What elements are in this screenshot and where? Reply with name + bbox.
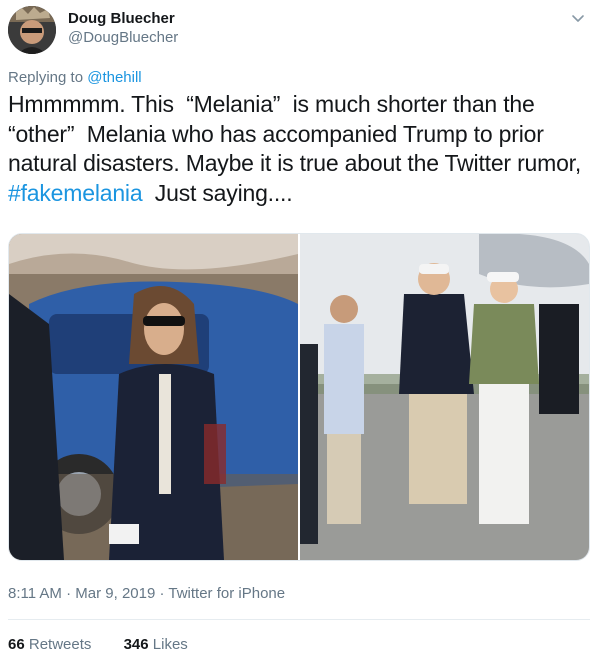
reply-mention-link[interactable]: @thehill <box>87 69 141 86</box>
likes-count: 346 <box>123 636 149 653</box>
replying-prefix: Replying to <box>8 69 88 86</box>
divider <box>8 619 590 620</box>
retweets-stat[interactable]: 66 Retweets <box>8 636 91 653</box>
tweet-body: Hmmmmm. This “Melania” is much shorter t… <box>8 91 588 176</box>
chevron-down-icon[interactable] <box>570 10 586 26</box>
media-grid[interactable] <box>8 233 590 561</box>
retweets-label: Retweets <box>28 636 92 653</box>
tweet-date[interactable]: Mar 9, 2019 <box>75 585 155 602</box>
retweets-count: 66 <box>8 636 25 653</box>
tweet-meta: 8:11 AM · Mar 9, 2019 · Twitter for iPho… <box>8 585 285 602</box>
photo-right[interactable] <box>300 234 589 560</box>
display-name[interactable]: Doug Bluecher <box>68 10 178 28</box>
avatar[interactable] <box>8 6 56 54</box>
meta-separator: · <box>61 585 76 602</box>
tweet-header: Doug Bluecher @DougBluecher <box>8 6 590 58</box>
likes-label: Likes <box>152 636 188 653</box>
hashtag-link[interactable]: #fakemelania <box>8 180 143 206</box>
likes-stat[interactable]: 346 Likes <box>124 636 188 653</box>
tweet-time[interactable]: 8:11 AM <box>8 585 62 602</box>
photo-left[interactable] <box>9 234 298 560</box>
tweet-body-end: Just saying.... <box>142 179 293 206</box>
user-handle[interactable]: @DougBluecher <box>68 28 178 48</box>
meta-separator: · <box>155 585 169 602</box>
tweet-stats: 66 Retweets 346 Likes <box>8 636 216 653</box>
replying-to: Replying to @thehill <box>8 69 142 86</box>
tweet-text: Hmmmmm. This “Melania” is much shorter t… <box>8 90 590 208</box>
tweet-source[interactable]: Twitter for iPhone <box>168 585 285 602</box>
